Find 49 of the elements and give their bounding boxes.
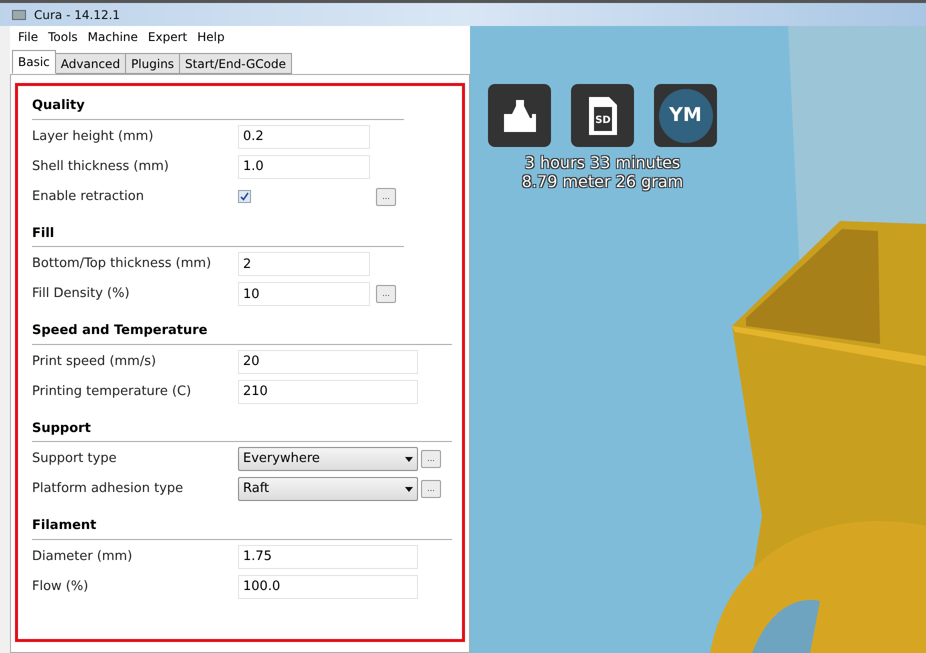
- setting-label: Fill Density (%): [32, 285, 131, 304]
- text-field[interactable]: 1.75: [238, 544, 418, 568]
- window-title: Cura - 14.12.1: [34, 6, 120, 24]
- print-stat: 8.79 meter 26 gram: [522, 172, 684, 191]
- toolbar-button[interactable]: [488, 84, 551, 147]
- toolbar-button[interactable]: SD: [571, 84, 634, 147]
- app-icon: [12, 10, 26, 20]
- tab[interactable]: Advanced: [56, 53, 126, 74]
- text-field[interactable]: 20: [238, 350, 418, 374]
- more-button[interactable]: ...: [421, 450, 441, 468]
- setting-label: Support type: [32, 450, 118, 468]
- checkbox[interactable]: [238, 190, 251, 203]
- tab[interactable]: Start/End-GCode: [180, 53, 292, 74]
- menu-item[interactable]: Tools: [48, 28, 78, 46]
- dropdown[interactable]: Raft: [238, 477, 418, 501]
- section-heading: Support: [32, 414, 452, 442]
- tab[interactable]: Plugins: [126, 53, 180, 74]
- setting-label: Layer height (mm): [32, 128, 154, 146]
- caret-icon: [405, 486, 413, 492]
- caret-icon: [405, 456, 413, 462]
- menu-item[interactable]: Expert: [148, 28, 188, 46]
- text-field[interactable]: 0.2: [238, 124, 370, 148]
- sd-card-icon: SD: [586, 94, 618, 136]
- dropdown[interactable]: Everywhere: [238, 447, 418, 471]
- more-button[interactable]: ...: [376, 285, 396, 303]
- setting-label: Printing temperature (C): [32, 382, 192, 401]
- menu-item[interactable]: File: [18, 28, 38, 46]
- setting-label: Shell thickness (mm): [32, 158, 170, 176]
- print-stat: 3 hours 33 minutes: [524, 153, 680, 172]
- setting-label: Diameter (mm): [32, 548, 134, 566]
- text-field[interactable]: 10: [238, 282, 370, 306]
- section-heading: Quality: [32, 92, 404, 120]
- tab[interactable]: Basic: [12, 50, 56, 74]
- menu-item[interactable]: Machine: [88, 28, 138, 46]
- text-field[interactable]: 100.0: [238, 574, 418, 598]
- section-heading: Fill: [32, 220, 404, 247]
- setting-label: Bottom/Top thickness (mm): [32, 255, 212, 274]
- setting-label: Platform adhesion type: [32, 480, 184, 498]
- menu-item[interactable]: Help: [197, 28, 225, 46]
- section-heading: Speed and Temperature: [32, 317, 452, 344]
- setting-label: Print speed (mm/s): [32, 352, 158, 371]
- more-button[interactable]: ...: [376, 188, 396, 206]
- text-field[interactable]: 2: [238, 252, 370, 276]
- section-heading: Filament: [32, 512, 452, 540]
- setting-label: Enable retraction: [32, 188, 145, 206]
- setting-label: Flow (%): [32, 578, 90, 596]
- text-field[interactable]: 1.0: [238, 154, 370, 178]
- text-field[interactable]: 210: [238, 380, 418, 404]
- more-button[interactable]: ...: [421, 480, 441, 498]
